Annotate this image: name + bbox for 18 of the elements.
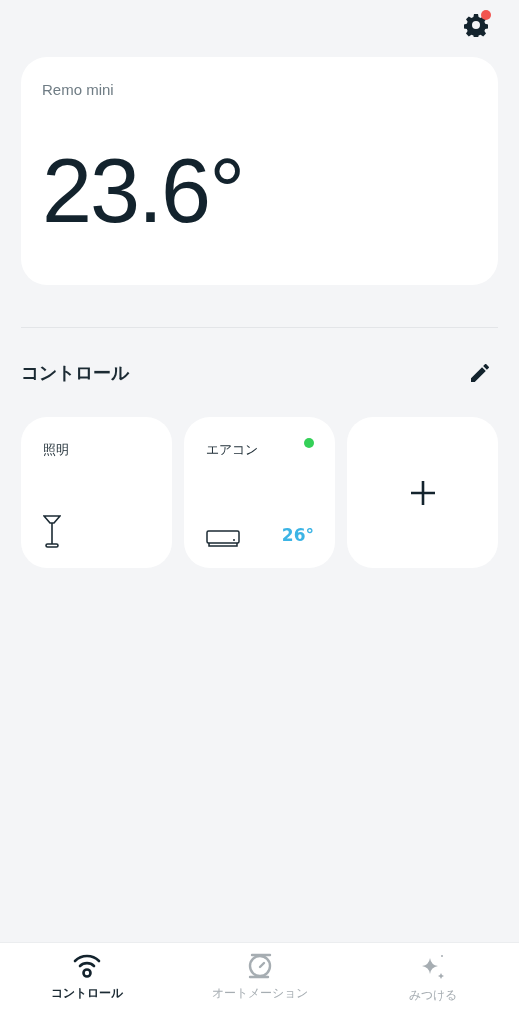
pencil-icon xyxy=(471,364,489,382)
temperature-setting: 26° xyxy=(281,525,314,545)
add-tile[interactable] xyxy=(347,417,498,568)
device-tile[interactable]: エアコン 26° xyxy=(184,417,335,568)
device-tile[interactable]: 照明 xyxy=(21,417,172,568)
tile-label: 照明 xyxy=(43,441,69,459)
wifi-icon xyxy=(71,953,102,979)
air-conditioner-icon xyxy=(206,530,240,548)
device-name: Remo mini xyxy=(42,81,115,98)
tile-label: エアコン xyxy=(206,441,258,459)
floor-lamp-icon xyxy=(43,514,61,548)
settings-icon xyxy=(464,13,488,37)
tab[interactable]: コントロール xyxy=(0,943,173,1024)
section-title: コントロール xyxy=(21,361,129,385)
settings-button[interactable] xyxy=(461,10,491,40)
temperature-reading: 23.6° xyxy=(42,146,245,236)
device-card[interactable]: Remo mini 23.6° xyxy=(21,57,498,285)
plus-icon xyxy=(409,479,436,506)
